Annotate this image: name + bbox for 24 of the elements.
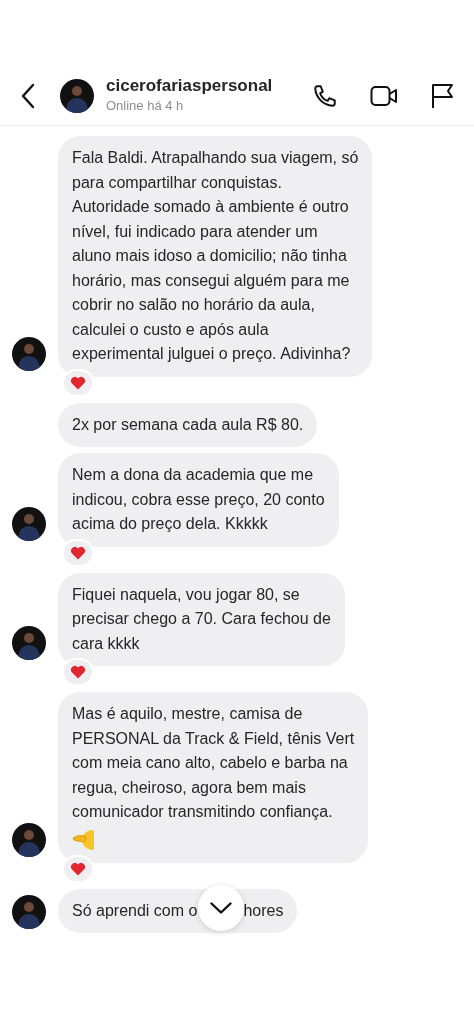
- video-call-icon[interactable]: [370, 83, 398, 108]
- heart-icon: [70, 375, 86, 390]
- message-text: Fala Baldi. Atrapalhando sua viagem, só para compartilhar conquistas. Autoridade somado à ambiente é outro nível, fui indicado para atender um aluno mais idoso a domicilio; não tinha horário, mas consegui alguém para me cobrir no salão no horário da aula, calculei o custo e após aula experimental julguei o preço. Adivinha?: [72, 148, 359, 364]
- message-text: Só aprendi com o: [72, 900, 198, 921]
- online-status: Online há 4 h: [106, 96, 185, 115]
- heart-reaction[interactable]: [62, 538, 94, 567]
- avatar: [60, 78, 94, 113]
- heart-icon: [70, 545, 86, 560]
- chevron-down-icon: [210, 901, 232, 914]
- back-icon[interactable]: [20, 82, 36, 109]
- message-text: Fiquei naquela, vou jogar 80, se precisar chego a 70. Cara fechou de cara kkkk: [72, 584, 331, 654]
- heart-reaction[interactable]: [62, 658, 94, 686]
- scroll-down-button[interactable]: [198, 884, 244, 931]
- message-text: hores: [243, 900, 284, 921]
- heart-icon: [70, 861, 86, 876]
- heart-reaction[interactable]: [62, 368, 94, 397]
- message-text: Nem a dona da academia que me indicou, cobra esse preço, 20 conto acima do preço dela. Kkkkk: [72, 465, 325, 534]
- flag-icon[interactable]: [430, 82, 454, 109]
- heart-reaction[interactable]: [62, 854, 94, 883]
- username: cicerofariaspersonal: [106, 75, 273, 96]
- message-text: 2x por semana cada aula R$ 80.: [72, 414, 304, 435]
- heart-icon: [70, 665, 86, 679]
- phone-icon[interactable]: [312, 82, 338, 109]
- message-text: Mas é aquilo, mestre, camisa de PERSONAL da Track & Field, tênis Vert com meia cano alto, cabelo e barba na regua, cheiroso, agora bem mais comunicador transmitindo confiança.: [72, 704, 355, 822]
